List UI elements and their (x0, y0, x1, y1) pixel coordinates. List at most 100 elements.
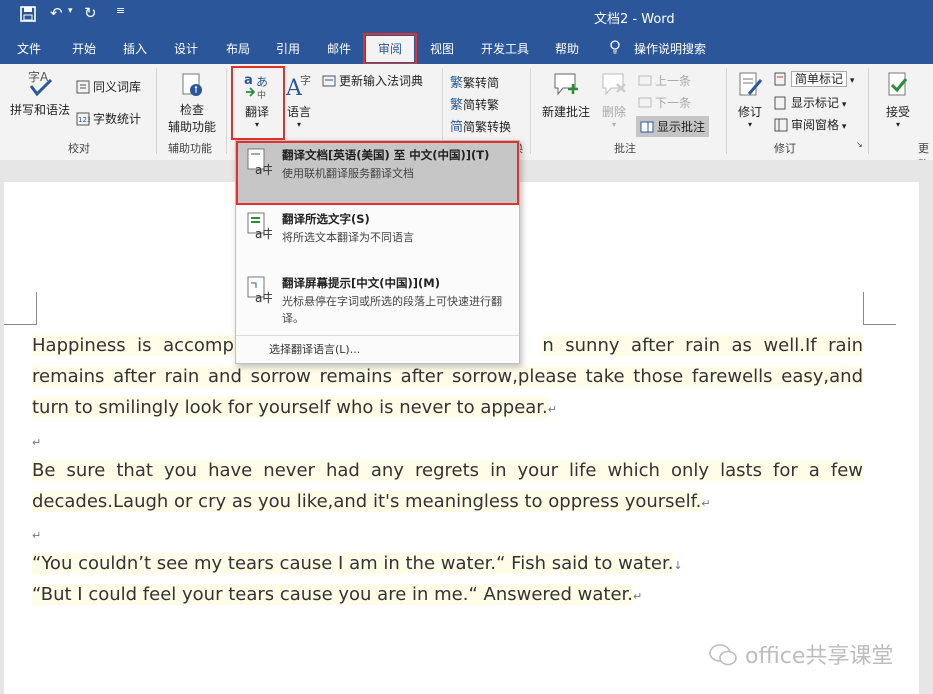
markup-select-value: 简单标记 (791, 71, 848, 87)
tab-view[interactable]: 视图 (430, 40, 454, 57)
translate-dropdown-menu: a中 翻译文档[英语(美国) 至 中文(中国)](T) 使用联机翻译服务翻译文档… (235, 140, 520, 364)
tab-file[interactable]: 文件 (17, 40, 41, 57)
translate-selection-desc: 将所选文本翻译为不同语言 (282, 231, 414, 244)
empty-paragraph: ↵ (32, 425, 863, 458)
track-dropdown-icon: ▾ (747, 120, 752, 129)
redo-icon[interactable]: ↻ (84, 4, 97, 22)
paragraph-mark: ↵ (633, 590, 643, 603)
markup-dropdown[interactable]: 简单标记 ▾ (774, 70, 854, 87)
tab-layout[interactable]: 布局 (226, 40, 250, 57)
thesaurus-button[interactable]: 同义词库 (76, 78, 141, 95)
previous-comment-button[interactable]: 上一条 (638, 72, 691, 89)
accept-icon (888, 72, 908, 96)
paragraph-3-text: “You couldn’t see my tears cause I am in… (32, 553, 674, 574)
paragraph-2-text: Be sure that you have never had any regr… (32, 460, 863, 512)
svg-text:a中: a中 (255, 162, 272, 177)
translate-highlight-box (231, 66, 285, 140)
tab-design[interactable]: 设计 (174, 40, 198, 57)
translate-document-icon: a中 (247, 148, 272, 177)
track-changes-icon (739, 72, 763, 96)
markup-dropdown-icon: ▾ (847, 76, 855, 86)
group-tracking: 修订 (774, 142, 796, 155)
next-comment-button[interactable]: 下一条 (638, 94, 691, 111)
tab-references[interactable]: 引用 (276, 40, 300, 57)
traditional-icon: 繁 (450, 76, 464, 91)
delete-comment-icon (602, 73, 626, 96)
tab-home[interactable]: 开始 (72, 40, 96, 57)
reviewing-pane-label: 审阅窗格 (791, 118, 840, 132)
group-proofing: 校对 (68, 142, 90, 155)
tell-me-search[interactable]: 操作说明搜索 (634, 40, 706, 57)
track-changes-button[interactable]: 修订 ▾ (732, 70, 768, 129)
dialog-launcher-icon[interactable]: ↘ (856, 140, 863, 149)
customize-icon[interactable]: ≡ (116, 4, 125, 17)
svg-text:123: 123 (78, 116, 90, 124)
thesaurus-icon (76, 80, 90, 94)
tab-review[interactable]: 审阅 (362, 33, 418, 65)
language-button[interactable]: A字 语言 ▾ (283, 70, 315, 129)
undo-icon[interactable]: ↶ (50, 4, 63, 22)
show-comments-button[interactable]: 显示批注 (636, 116, 710, 137)
accept-label: 接受 (885, 105, 910, 119)
reviewing-pane-button[interactable]: 审阅窗格 ▾ (774, 116, 846, 133)
menu-item-choose-language[interactable]: 选择翻译语言(L)... (269, 341, 360, 357)
simplified-icon: 繁 (450, 98, 464, 113)
svg-text:a中: a中 (255, 290, 272, 305)
undo-dropdown-icon[interactable]: ▾ (68, 6, 73, 16)
tab-insert[interactable]: 插入 (123, 40, 147, 57)
reviewing-pane-dropdown-icon: ▾ (839, 122, 847, 132)
update-ime-dictionary-button[interactable]: 更新输入法词典 (322, 72, 423, 89)
show-markup-label: 显示标记 (791, 96, 840, 110)
paragraph-3[interactable]: “You couldn’t see my tears cause I am in… (32, 548, 863, 581)
save-icon[interactable] (20, 6, 36, 26)
translate-screentip-icon: a中 (247, 276, 272, 305)
group-accessibility: 辅助功能 (168, 142, 212, 155)
translate-screentip-desc: 光标悬停在字词或所选的段落上可快速进行翻译。 (282, 295, 502, 325)
group-separator (726, 68, 727, 154)
menu-item-translate-screentip[interactable]: a中 翻译屏幕提示[中文(中国)](M) 光标悬停在字词或所选的段落上可快速进行… (236, 267, 519, 335)
document-title: 文档2 - Word (594, 12, 675, 27)
check-accessibility-button[interactable]: 检查 辅助功能 (164, 72, 220, 135)
show-markup-icon (774, 96, 786, 110)
thesaurus-label: 同义词库 (93, 80, 142, 94)
accessibility-label-2: 辅助功能 (167, 120, 216, 134)
menu-divider (236, 335, 519, 336)
spelling-grammar-button[interactable]: 字A 拼写和语法 (8, 68, 72, 118)
ribbon-tabs: 文件 开始 插入 设计 布局 引用 邮件 审阅 视图 开发工具 帮助 操作说明搜… (0, 33, 933, 65)
translate-document-title: 翻译文档[英语(美国) 至 中文(中国)](T) (282, 148, 490, 162)
accept-button[interactable]: 接受 ▾ (878, 70, 918, 129)
traditional-to-simplified-button[interactable]: 繁繁转简 (450, 72, 499, 91)
group-separator (226, 68, 227, 154)
show-markup-button[interactable]: 显示标记 ▾ (774, 94, 846, 111)
word-count-label: 字数统计 (93, 112, 142, 126)
paragraph-mark: ↵ (547, 403, 557, 416)
paragraph-mark: ↵ (32, 436, 42, 449)
track-changes-label: 修订 (737, 105, 762, 119)
markup-icon (774, 72, 786, 86)
spelling-icon: 字A (28, 69, 53, 97)
chinese-conversion-button[interactable]: 简简繁转换 (450, 116, 511, 135)
tab-help[interactable]: 帮助 (555, 40, 579, 57)
word-count-button[interactable]: 123 字数统计 (76, 110, 141, 127)
tab-developer[interactable]: 开发工具 (481, 40, 529, 57)
translate-selection-icon: a中 (247, 212, 272, 241)
tab-mailings[interactable]: 邮件 (327, 40, 351, 57)
group-separator (156, 68, 157, 154)
margin-corner-left (4, 292, 37, 325)
paragraph-4[interactable]: “But I could feel your tears cause you a… (32, 579, 863, 612)
new-comment-button[interactable]: 新建批注 (538, 70, 594, 120)
paragraph-2[interactable]: Be sure that you have never had any regr… (32, 455, 863, 519)
group-separator (868, 68, 869, 154)
new-comment-label: 新建批注 (541, 105, 590, 119)
translate-screentip-title: 翻译屏幕提示[中文(中国)](M) (282, 276, 440, 290)
delete-comment-label: 删除 (601, 105, 626, 119)
menu-item-translate-selection[interactable]: a中 翻译所选文字(S) 将所选文本翻译为不同语言 (236, 205, 519, 267)
reviewing-pane-icon (774, 118, 788, 132)
simplified-to-traditional-button[interactable]: 繁简转繁 (450, 94, 499, 113)
menu-item-translate-document[interactable]: a中 翻译文档[英语(美国) 至 中文(中国)](T) 使用联机翻译服务翻译文档 (236, 141, 519, 205)
ime-dictionary-label: 更新输入法词典 (339, 74, 424, 88)
language-label: 语言 (286, 105, 311, 119)
line-break-mark: ↓ (673, 559, 683, 572)
delete-comment-button[interactable]: 删除 ▾ (596, 70, 632, 129)
group-separator (530, 68, 531, 154)
